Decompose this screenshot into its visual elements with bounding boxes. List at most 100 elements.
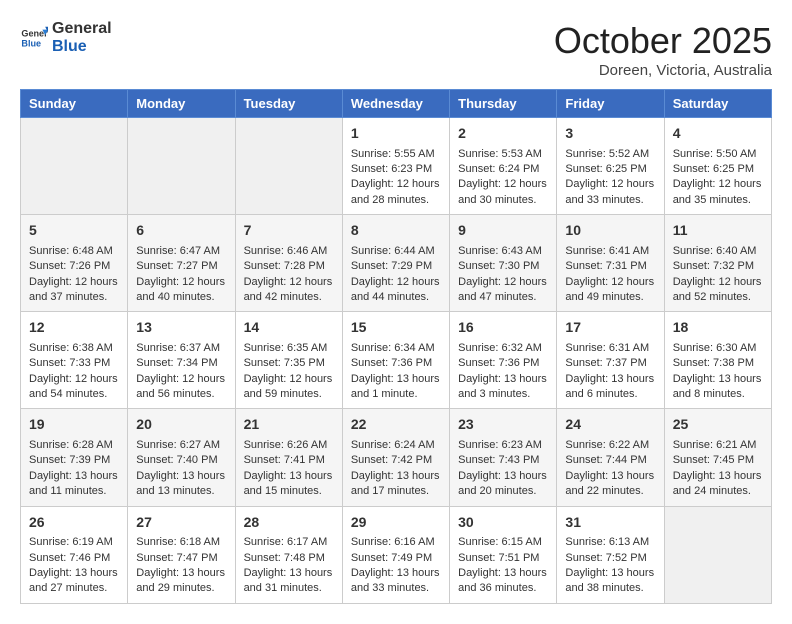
day-info: Sunset: 7:49 PM	[351, 551, 441, 566]
logo: General Blue General Blue	[20, 20, 112, 56]
day-info: Daylight: 13 hours	[565, 372, 655, 387]
day-number: 14	[244, 318, 334, 338]
calendar-cell: 14Sunrise: 6:35 AMSunset: 7:35 PMDayligh…	[235, 312, 342, 409]
day-info: Sunrise: 6:18 AM	[136, 535, 226, 550]
day-info: Daylight: 12 hours	[29, 275, 119, 290]
calendar-cell	[21, 118, 128, 215]
day-info: Sunset: 6:24 PM	[458, 162, 548, 177]
day-number: 27	[136, 513, 226, 533]
day-info: Daylight: 12 hours	[351, 177, 441, 192]
day-info: Daylight: 13 hours	[458, 372, 548, 387]
day-info: and 36 minutes.	[458, 581, 548, 596]
day-header-thursday: Thursday	[450, 90, 557, 118]
calendar-cell: 11Sunrise: 6:40 AMSunset: 7:32 PMDayligh…	[664, 215, 771, 312]
day-info: Daylight: 13 hours	[351, 372, 441, 387]
day-info: and 28 minutes.	[351, 193, 441, 208]
week-row-5: 26Sunrise: 6:19 AMSunset: 7:46 PMDayligh…	[21, 506, 772, 603]
day-info: Daylight: 13 hours	[351, 566, 441, 581]
day-info: and 11 minutes.	[29, 484, 119, 499]
day-info: Sunrise: 6:44 AM	[351, 244, 441, 259]
day-info: Sunrise: 6:27 AM	[136, 438, 226, 453]
day-info: and 40 minutes.	[136, 290, 226, 305]
day-info: Daylight: 13 hours	[458, 469, 548, 484]
day-info: Sunrise: 5:53 AM	[458, 147, 548, 162]
day-info: Daylight: 12 hours	[244, 372, 334, 387]
day-info: and 59 minutes.	[244, 387, 334, 402]
calendar-cell	[235, 118, 342, 215]
day-info: Daylight: 12 hours	[565, 275, 655, 290]
day-info: Daylight: 13 hours	[244, 566, 334, 581]
day-info: Sunrise: 6:23 AM	[458, 438, 548, 453]
day-number: 11	[673, 221, 763, 241]
day-info: Sunset: 7:46 PM	[29, 551, 119, 566]
day-info: and 42 minutes.	[244, 290, 334, 305]
day-info: Sunset: 7:52 PM	[565, 551, 655, 566]
day-number: 17	[565, 318, 655, 338]
day-info: Sunset: 7:37 PM	[565, 356, 655, 371]
day-info: and 49 minutes.	[565, 290, 655, 305]
day-info: Sunrise: 5:50 AM	[673, 147, 763, 162]
day-number: 18	[673, 318, 763, 338]
day-info: and 20 minutes.	[458, 484, 548, 499]
calendar-table: SundayMondayTuesdayWednesdayThursdayFrid…	[20, 89, 772, 604]
day-info: Sunrise: 6:41 AM	[565, 244, 655, 259]
day-number: 4	[673, 124, 763, 144]
day-info: Sunrise: 6:40 AM	[673, 244, 763, 259]
day-number: 5	[29, 221, 119, 241]
day-header-friday: Friday	[557, 90, 664, 118]
day-number: 30	[458, 513, 548, 533]
logo-text-line1: General	[52, 20, 112, 38]
svg-text:Blue: Blue	[21, 38, 41, 48]
day-number: 24	[565, 415, 655, 435]
day-number: 22	[351, 415, 441, 435]
calendar-cell: 15Sunrise: 6:34 AMSunset: 7:36 PMDayligh…	[342, 312, 449, 409]
title-block: October 2025 Doreen, Victoria, Australia	[554, 20, 772, 79]
day-info: Sunset: 7:38 PM	[673, 356, 763, 371]
day-info: Sunset: 7:44 PM	[565, 453, 655, 468]
day-info: Daylight: 12 hours	[673, 275, 763, 290]
day-info: Sunset: 7:27 PM	[136, 259, 226, 274]
day-number: 9	[458, 221, 548, 241]
calendar-cell: 31Sunrise: 6:13 AMSunset: 7:52 PMDayligh…	[557, 506, 664, 603]
day-info: Daylight: 12 hours	[673, 177, 763, 192]
day-info: Sunset: 7:33 PM	[29, 356, 119, 371]
day-info: and 13 minutes.	[136, 484, 226, 499]
day-info: Sunrise: 6:46 AM	[244, 244, 334, 259]
day-number: 19	[29, 415, 119, 435]
calendar-cell: 7Sunrise: 6:46 AMSunset: 7:28 PMDaylight…	[235, 215, 342, 312]
day-number: 10	[565, 221, 655, 241]
day-info: and 54 minutes.	[29, 387, 119, 402]
day-info: Daylight: 13 hours	[565, 469, 655, 484]
day-info: Sunrise: 6:16 AM	[351, 535, 441, 550]
month-title: October 2025	[554, 20, 772, 62]
day-number: 15	[351, 318, 441, 338]
day-info: Sunrise: 6:34 AM	[351, 341, 441, 356]
calendar-cell: 22Sunrise: 6:24 AMSunset: 7:42 PMDayligh…	[342, 409, 449, 506]
day-number: 31	[565, 513, 655, 533]
day-info: Daylight: 13 hours	[351, 469, 441, 484]
calendar-cell: 1Sunrise: 5:55 AMSunset: 6:23 PMDaylight…	[342, 118, 449, 215]
day-info: Sunset: 6:25 PM	[673, 162, 763, 177]
day-number: 25	[673, 415, 763, 435]
day-info: Daylight: 12 hours	[458, 177, 548, 192]
day-info: Sunrise: 5:52 AM	[565, 147, 655, 162]
day-header-saturday: Saturday	[664, 90, 771, 118]
day-header-sunday: Sunday	[21, 90, 128, 118]
day-info: and 8 minutes.	[673, 387, 763, 402]
day-number: 2	[458, 124, 548, 144]
day-info: Sunrise: 6:37 AM	[136, 341, 226, 356]
day-info: Sunrise: 6:21 AM	[673, 438, 763, 453]
calendar-cell: 5Sunrise: 6:48 AMSunset: 7:26 PMDaylight…	[21, 215, 128, 312]
calendar-cell: 19Sunrise: 6:28 AMSunset: 7:39 PMDayligh…	[21, 409, 128, 506]
day-info: Sunrise: 6:22 AM	[565, 438, 655, 453]
day-info: Sunset: 7:39 PM	[29, 453, 119, 468]
day-info: and 38 minutes.	[565, 581, 655, 596]
day-info: Daylight: 13 hours	[244, 469, 334, 484]
day-number: 21	[244, 415, 334, 435]
calendar-cell: 2 Sunrise: 5:53 AMSunset: 6:24 PMDaylight…	[450, 118, 557, 215]
day-number: 12	[29, 318, 119, 338]
day-info: Sunset: 7:47 PM	[136, 551, 226, 566]
calendar-cell: 20Sunrise: 6:27 AMSunset: 7:40 PMDayligh…	[128, 409, 235, 506]
calendar-cell: 18Sunrise: 6:30 AMSunset: 7:38 PMDayligh…	[664, 312, 771, 409]
logo-text-line2: Blue	[52, 38, 112, 56]
